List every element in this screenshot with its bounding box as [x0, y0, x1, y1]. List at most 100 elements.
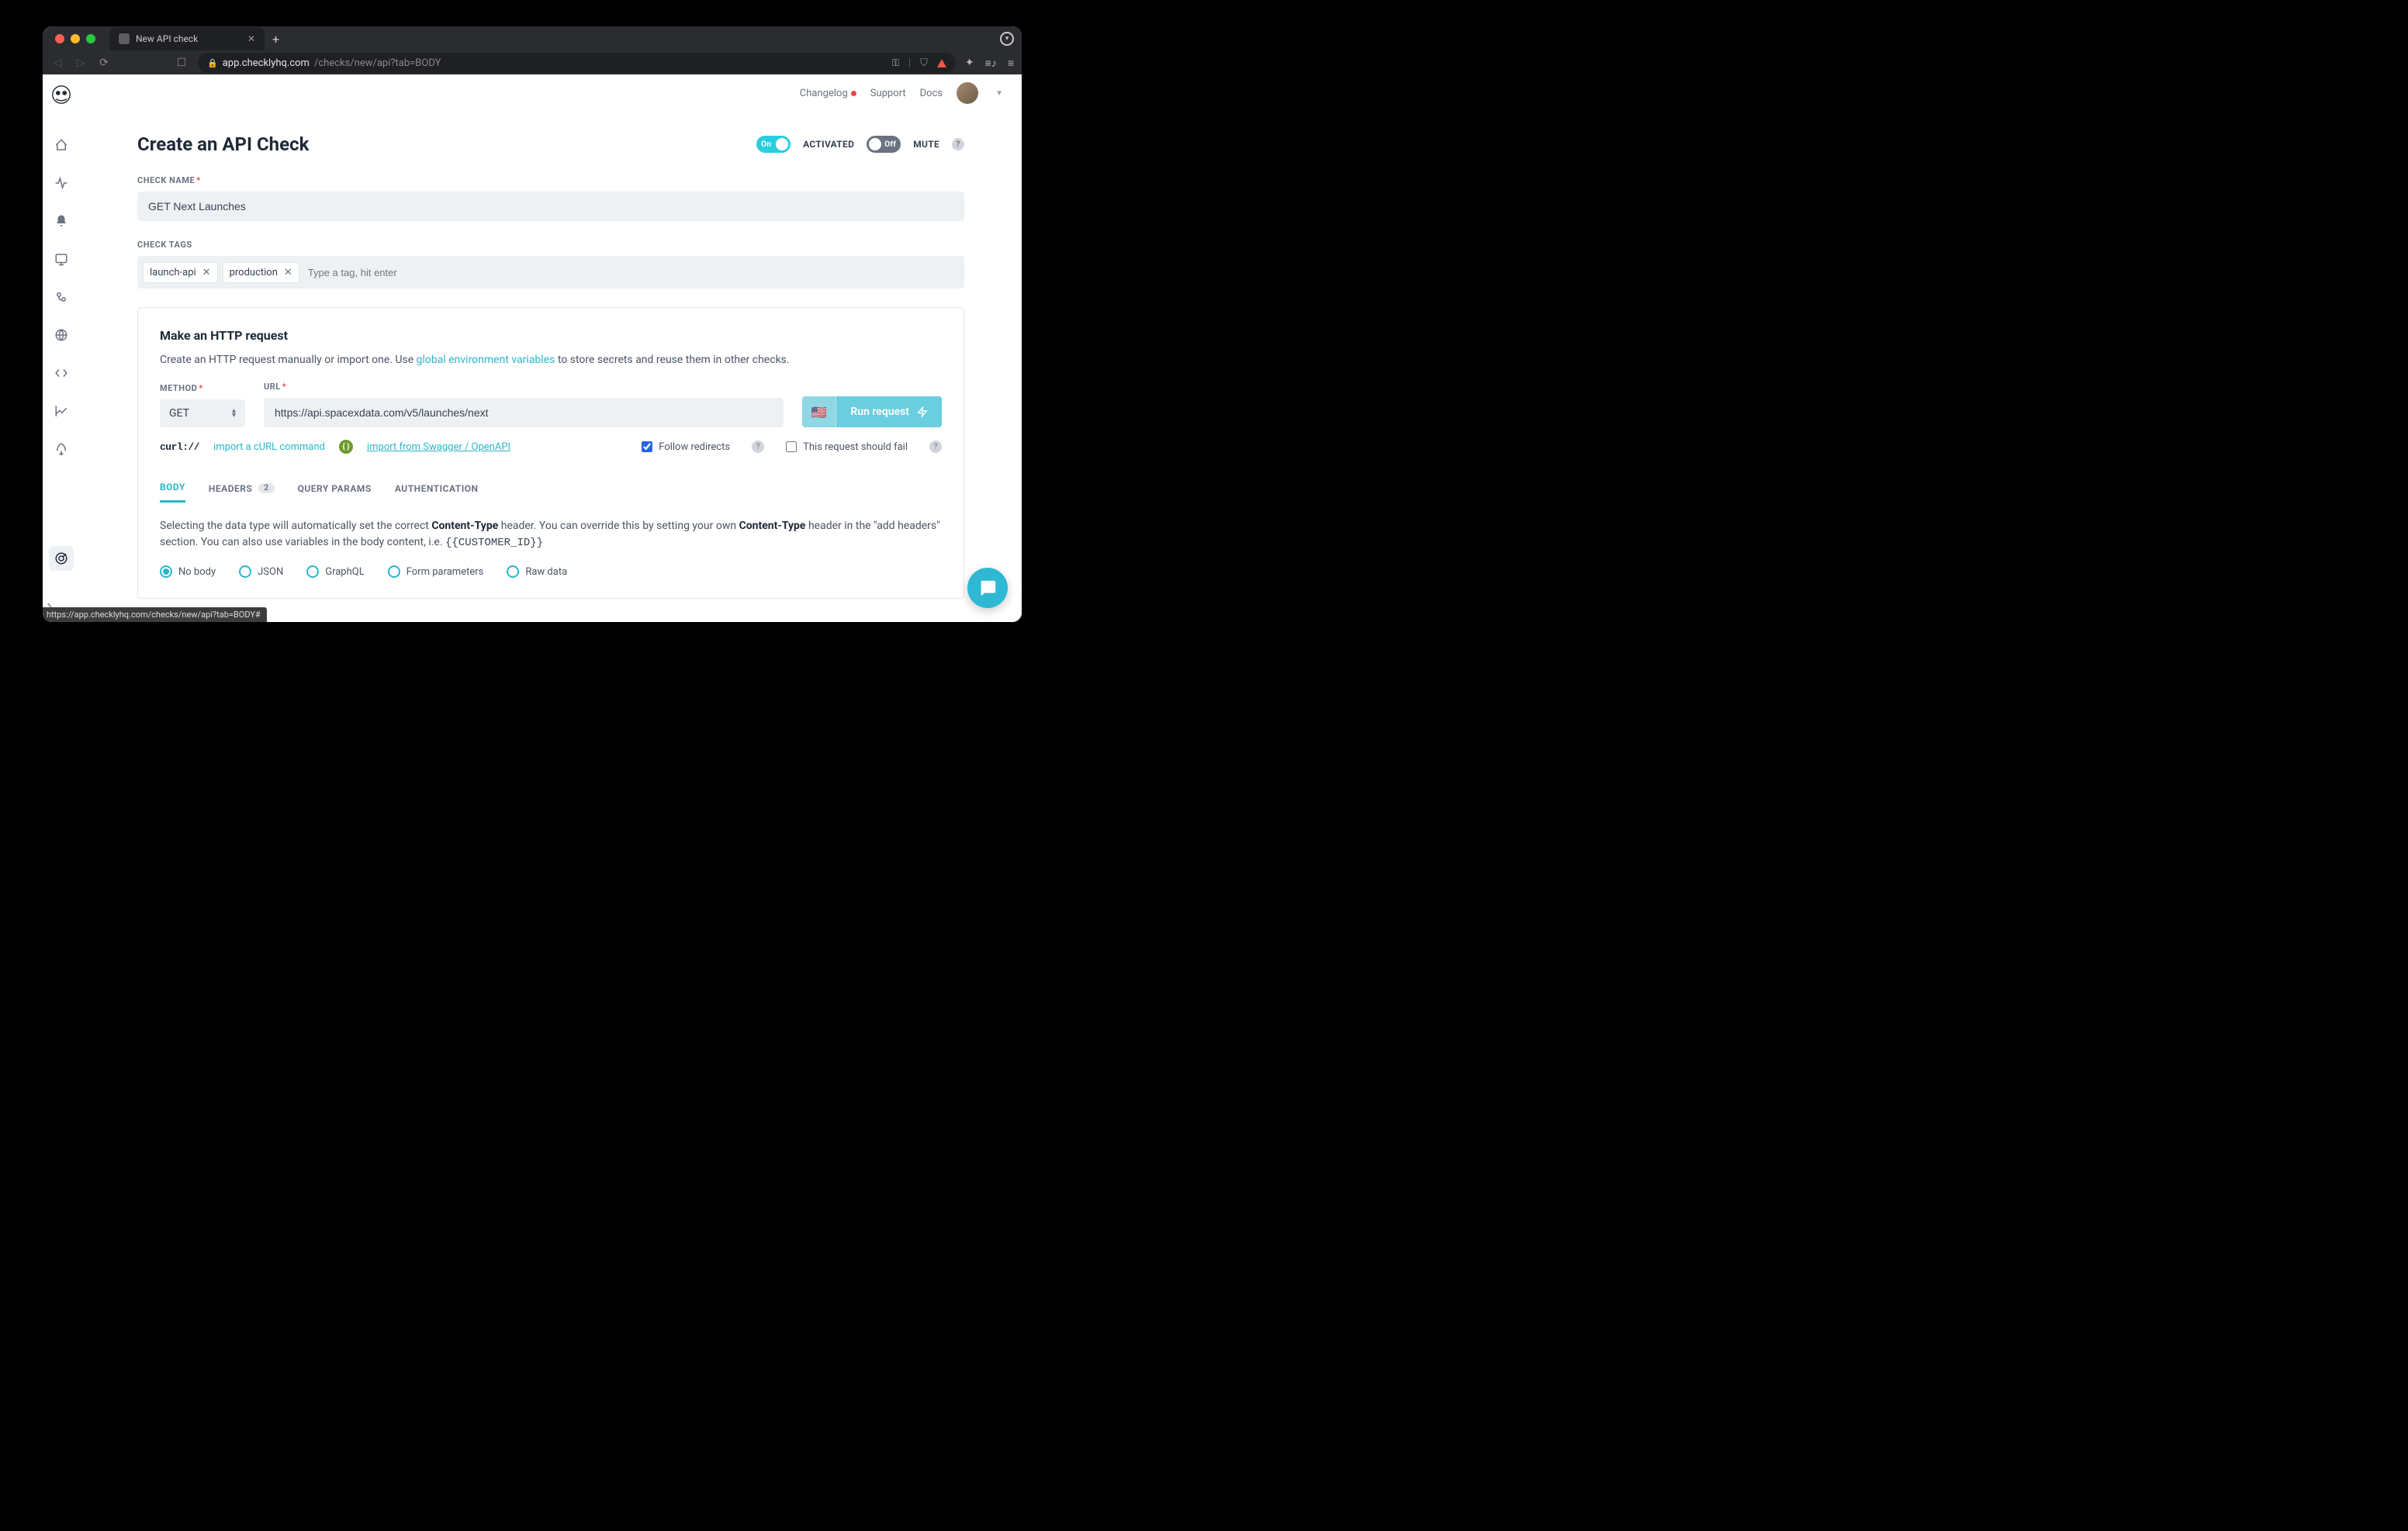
nav-docs[interactable]: Docs [920, 88, 943, 99]
extensions-icon[interactable]: ✦ [965, 57, 974, 69]
tag-input[interactable] [305, 264, 958, 282]
radio-json[interactable]: JSON [239, 565, 283, 578]
run-request-button[interactable]: 🇺🇸 Run request [802, 396, 942, 427]
radio-graphql[interactable]: GraphQL [306, 565, 364, 578]
browser-window: New API check ✕ + ▾ ◁ ▷ ⟳ ☐ 🔒 app.checkl… [43, 26, 1022, 622]
avatar[interactable] [957, 82, 978, 104]
tab-headers[interactable]: HEADERS 2 [209, 482, 275, 503]
changelog-dot-icon [851, 91, 856, 96]
url-input[interactable]: 🔒 app.checklyhq.com/checks/new/api?tab=B… [198, 53, 956, 73]
reload-button[interactable]: ⟳ [97, 57, 111, 69]
shield-icon[interactable]: ⛉ [920, 57, 928, 69]
radio-raw-data[interactable]: Raw data [507, 565, 567, 578]
http-request-card: Make an HTTP request Create an HTTP requ… [137, 307, 964, 599]
sidebar-item-snippets[interactable] [49, 361, 74, 385]
sidebar-item-dashboards[interactable] [49, 247, 74, 271]
http-card-subtitle: Create an HTTP request manually or impor… [160, 354, 942, 366]
import-curl-link[interactable]: import a cURL command [213, 441, 325, 453]
check-name-input[interactable] [137, 192, 964, 221]
account-dropdown-icon[interactable]: ▼ [995, 89, 1003, 98]
check-name-section: CHECK NAME* [137, 175, 964, 221]
app-container: ❯ Changelog Support Docs ▼ Create an API… [43, 74, 1022, 622]
bookmark-icon[interactable]: ☐ [175, 57, 189, 69]
nav-changelog[interactable]: Changelog [800, 88, 856, 99]
url-input[interactable] [264, 398, 784, 427]
tag-chip: launch-api ✕ [144, 263, 217, 282]
status-bar-tooltip: https://app.checklyhq.com/checks/new/api… [43, 607, 267, 622]
browser-tab[interactable]: New API check ✕ [109, 27, 265, 50]
url-label: URL* [264, 382, 784, 392]
swagger-icon: { } [339, 440, 353, 454]
request-row: METHOD* GET ▴▾ URL* 🇺🇸 Run [160, 382, 942, 427]
key-icon[interactable]: ⚿ [892, 57, 899, 69]
top-navbar: Changelog Support Docs ▼ [80, 74, 1022, 112]
mute-help-icon[interactable]: ? [952, 138, 964, 150]
location-flag-icon[interactable]: 🇺🇸 [802, 396, 836, 427]
select-arrows-icon: ▴▾ [232, 409, 236, 418]
activated-label: ACTIVATED [803, 139, 854, 150]
sidebar-item-reporting[interactable] [49, 399, 74, 423]
import-actions-row: curl:// import a cURL command { } import… [160, 440, 942, 454]
tab-body[interactable]: BODY [160, 482, 185, 503]
menu-icon[interactable]: ≡ [1008, 57, 1014, 70]
close-tab-icon[interactable]: ✕ [247, 33, 255, 44]
favicon-icon [119, 33, 130, 44]
extension-icons: ✦ ≡♪ ≡ [965, 57, 1014, 70]
main-content: Changelog Support Docs ▼ Create an API C… [80, 74, 1022, 622]
checkly-logo[interactable] [50, 84, 72, 105]
sidebar-item-target[interactable] [49, 546, 74, 571]
follow-redirects-help-icon[interactable]: ? [752, 441, 764, 453]
request-tabs: BODY HEADERS 2 QUERY PARAMS AUTHENTICATI… [160, 482, 942, 503]
forward-button[interactable]: ▷ [74, 57, 88, 69]
minimize-window-button[interactable] [71, 34, 80, 43]
intercom-launcher[interactable] [967, 568, 1008, 608]
remove-tag-icon[interactable]: ✕ [202, 267, 211, 278]
playlist-icon[interactable]: ≡♪ [985, 57, 997, 70]
sidebar-item-activity[interactable] [49, 171, 74, 195]
method-select[interactable]: GET ▴▾ [160, 399, 245, 427]
sidebar-item-globe[interactable] [49, 323, 74, 347]
page-head: Create an API Check On ACTIVATED Off MUT… [137, 133, 964, 155]
should-fail-help-icon[interactable]: ? [929, 441, 942, 453]
maximize-window-button[interactable] [86, 34, 95, 43]
tab-title: New API check [136, 33, 198, 44]
body-description: Selecting the data type will automatical… [160, 518, 942, 551]
mute-label: MUTE [913, 139, 939, 150]
check-tags-label: CHECK TAGS [137, 240, 964, 250]
close-window-button[interactable] [55, 34, 64, 43]
tab-strip: New API check ✕ + ▾ [43, 26, 1022, 51]
headers-count-badge: 2 [258, 483, 274, 493]
account-icon[interactable]: ▾ [1000, 32, 1014, 46]
method-label: METHOD* [160, 383, 245, 393]
radio-no-body[interactable]: No body [160, 565, 216, 578]
env-vars-link[interactable]: global environment variables [417, 354, 555, 366]
url-domain: app.checklyhq.com [223, 57, 310, 69]
lock-icon: 🔒 [207, 58, 218, 68]
check-name-label: CHECK NAME* [137, 175, 964, 185]
sidebar: ❯ [43, 74, 80, 622]
nav-support[interactable]: Support [870, 88, 906, 99]
mute-toggle[interactable]: Off [867, 136, 901, 153]
tab-query-params[interactable]: QUERY PARAMS [298, 482, 372, 503]
sidebar-item-alerts[interactable] [49, 209, 74, 233]
sidebar-item-maintenance[interactable] [49, 285, 74, 309]
traffic-lights [55, 34, 95, 43]
tag-chip: production ✕ [223, 263, 299, 282]
back-button[interactable]: ◁ [50, 57, 64, 69]
tab-authentication[interactable]: AUTHENTICATION [395, 482, 479, 503]
sidebar-item-home[interactable] [49, 133, 74, 157]
http-card-title: Make an HTTP request [160, 328, 942, 343]
tags-container[interactable]: launch-api ✕ production ✕ [137, 256, 964, 289]
import-swagger-link[interactable]: import from Swagger / OpenAPI [367, 441, 510, 453]
follow-redirects-checkbox[interactable]: Follow redirects [642, 441, 730, 453]
address-bar: ◁ ▷ ⟳ ☐ 🔒 app.checklyhq.com/checks/new/a… [43, 51, 1022, 74]
url-path: /checks/new/api?tab=BODY [314, 57, 441, 69]
brave-shields-icon[interactable] [937, 59, 946, 67]
sidebar-item-deployments[interactable] [49, 437, 74, 461]
should-fail-checkbox[interactable]: This request should fail [786, 441, 908, 453]
radio-form-params[interactable]: Form parameters [388, 565, 484, 578]
activated-toggle[interactable]: On [756, 136, 791, 153]
remove-tag-icon[interactable]: ✕ [284, 267, 292, 278]
new-tab-button[interactable]: + [272, 32, 279, 47]
chat-icon [977, 578, 998, 598]
